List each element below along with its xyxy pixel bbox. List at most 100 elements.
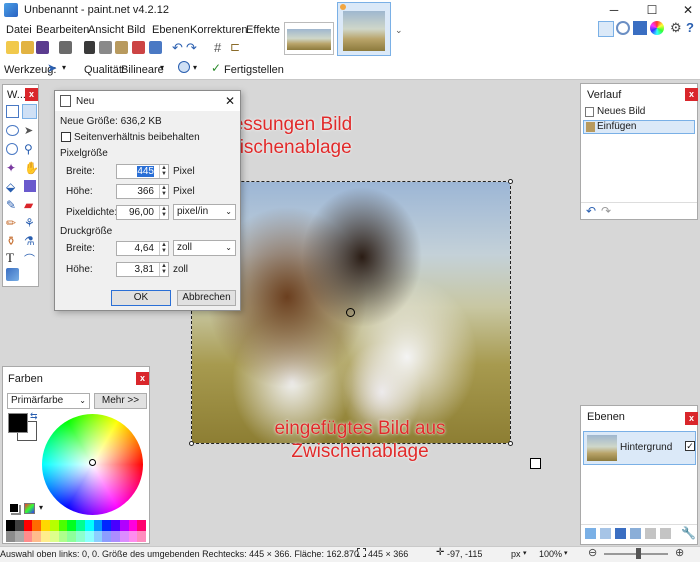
- palette-swatch-light[interactable]: [67, 531, 76, 542]
- unit-dropdown-icon[interactable]: ▾: [523, 549, 527, 557]
- menu-ebenen[interactable]: Ebenen: [152, 24, 190, 36]
- palette-swatch[interactable]: [49, 520, 59, 531]
- close-window-button[interactable]: ✕: [676, 0, 700, 20]
- width-spinner[interactable]: ▲ ▼: [159, 165, 168, 178]
- crop-icon[interactable]: [132, 41, 145, 54]
- unit-select[interactable]: px: [511, 549, 521, 559]
- lasso-select-tool-icon[interactable]: [6, 125, 19, 136]
- palette-swatch[interactable]: [23, 520, 33, 531]
- grid-icon[interactable]: #: [214, 40, 221, 55]
- zoom-value[interactable]: 100%: [539, 549, 562, 559]
- settings-gear-icon[interactable]: ⚙: [670, 20, 682, 36]
- undo-icon[interactable]: ↶: [586, 204, 596, 218]
- cancel-button[interactable]: Abbrechen: [177, 290, 236, 306]
- merge-layer-icon[interactable]: [630, 528, 641, 539]
- palette-swatch[interactable]: [102, 520, 111, 531]
- selection-mode-dropdown-icon[interactable]: ▾: [193, 63, 197, 72]
- colors-window-toggle-icon[interactable]: [650, 21, 664, 35]
- palette-swatch[interactable]: [41, 520, 50, 531]
- zoom-out-icon[interactable]: ⊖: [588, 546, 597, 559]
- menu-ansicht[interactable]: Ansicht: [88, 24, 124, 36]
- palette-swatch[interactable]: [6, 520, 15, 531]
- menu-bild[interactable]: Bild: [127, 24, 145, 36]
- line-curve-tool-icon[interactable]: ⌒: [24, 251, 35, 267]
- swap-colors-icon[interactable]: ⇆: [30, 411, 38, 422]
- undo-icon[interactable]: ↶: [172, 40, 183, 56]
- palette-swatch-light[interactable]: [137, 531, 146, 542]
- palette-swatch[interactable]: [14, 520, 24, 531]
- palette-swatch[interactable]: [137, 520, 146, 531]
- palette-swatch-light[interactable]: [41, 531, 50, 542]
- palette-swatch[interactable]: [84, 520, 94, 531]
- reset-colors-icon[interactable]: [9, 503, 19, 513]
- cut-icon[interactable]: [84, 41, 95, 54]
- move-selection-tool-icon[interactable]: ➤: [24, 124, 33, 137]
- palette-swatch-light[interactable]: [23, 531, 33, 542]
- delete-layer-icon[interactable]: [600, 528, 611, 539]
- layer-row[interactable]: Hintergrund ✓: [583, 431, 696, 465]
- deselect-icon[interactable]: [149, 41, 162, 54]
- dialog-close-icon[interactable]: ✕: [225, 94, 235, 108]
- layer-properties-icon[interactable]: 🔧: [681, 526, 696, 540]
- image-tab-active[interactable]: [337, 2, 391, 56]
- paint-bucket-tool-icon[interactable]: ⬙: [6, 180, 15, 194]
- palette-swatch-light[interactable]: [6, 531, 15, 542]
- duplicate-layer-icon[interactable]: [615, 528, 626, 539]
- history-item[interactable]: Neues Bild: [583, 105, 695, 119]
- redo-icon[interactable]: ↷: [186, 40, 197, 56]
- pencil-tool-icon[interactable]: ✏: [6, 216, 16, 230]
- close-icon[interactable]: x: [685, 412, 698, 425]
- print-icon[interactable]: [59, 41, 72, 54]
- tabs-dropdown-icon[interactable]: ⌄: [395, 25, 403, 36]
- print-height-spinner[interactable]: ▲ ▼: [159, 263, 168, 276]
- zoom-slider-thumb[interactable]: [636, 548, 641, 559]
- resize-handle[interactable]: [508, 179, 513, 184]
- move-tool-icon[interactable]: ➤: [47, 61, 57, 75]
- close-icon[interactable]: x: [25, 88, 38, 101]
- palette-swatch[interactable]: [111, 520, 120, 531]
- ellipse-select-tool-icon[interactable]: [6, 143, 18, 155]
- color-wheel-picker[interactable]: [89, 459, 96, 466]
- menu-datei[interactable]: Datei: [6, 24, 32, 36]
- shapes-tool-icon[interactable]: [6, 268, 19, 281]
- clone-stamp-tool-icon[interactable]: ⚱: [6, 234, 16, 248]
- move-layer-down-icon[interactable]: [660, 528, 671, 539]
- finish-button[interactable]: Fertigstellen: [224, 64, 284, 76]
- menu-effekte[interactable]: Effekte: [246, 24, 280, 36]
- move-layer-up-icon[interactable]: [645, 528, 656, 539]
- paste-icon[interactable]: [115, 41, 128, 54]
- zoom-tool-icon[interactable]: ⚲: [24, 142, 33, 156]
- paintbrush-tool-icon[interactable]: ✎: [6, 198, 16, 212]
- resize-handle[interactable]: [508, 441, 513, 446]
- rectangle-select-tool-icon[interactable]: [6, 105, 19, 118]
- help-icon[interactable]: ?: [686, 20, 694, 35]
- primary-color-swatch[interactable]: [8, 413, 28, 433]
- palette-swatch-light[interactable]: [102, 531, 111, 542]
- image-tab-1[interactable]: [284, 22, 334, 55]
- add-layer-icon[interactable]: [585, 528, 596, 539]
- palette-swatch[interactable]: [76, 520, 85, 531]
- palette-swatch[interactable]: [67, 520, 76, 531]
- gradient-tool-icon[interactable]: [24, 180, 36, 192]
- palette-swatch-light[interactable]: [58, 531, 68, 542]
- resize-handle[interactable]: [189, 441, 194, 446]
- close-icon[interactable]: x: [136, 372, 149, 385]
- zoom-in-icon[interactable]: ⊕: [675, 546, 684, 559]
- tools-window-toggle-icon[interactable]: [598, 21, 614, 37]
- palette-swatch-light[interactable]: [111, 531, 120, 542]
- eraser-tool-icon[interactable]: ▰: [24, 198, 33, 212]
- palette-swatch[interactable]: [58, 520, 68, 531]
- checkmark-icon[interactable]: ✓: [211, 61, 221, 75]
- palette-swatch[interactable]: [128, 520, 138, 531]
- recolor-tool-icon[interactable]: ⚗: [24, 234, 35, 248]
- quality-dropdown-icon[interactable]: ▾: [160, 63, 164, 72]
- palette-swatch-light[interactable]: [49, 531, 59, 542]
- palette-swatch-light[interactable]: [32, 531, 41, 542]
- menu-korrekturen[interactable]: Korrekturen: [190, 24, 247, 36]
- palette-swatch-light[interactable]: [14, 531, 24, 542]
- color-mode-select[interactable]: Primärfarbe ⌄: [7, 393, 90, 409]
- minimize-button[interactable]: ─: [602, 0, 626, 20]
- selection-mode-icon[interactable]: [178, 61, 190, 73]
- layers-window-toggle-icon[interactable]: [633, 21, 647, 35]
- ruler-icon[interactable]: ⊏: [230, 40, 240, 54]
